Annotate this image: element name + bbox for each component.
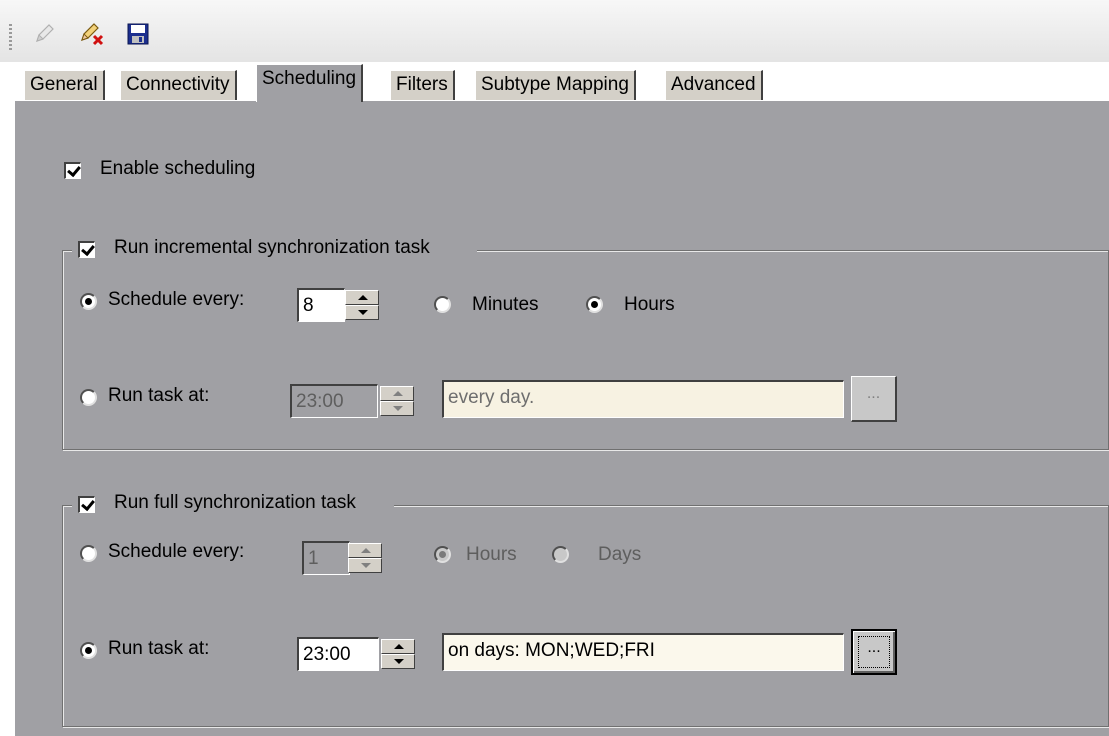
full-sync-group — [62, 505, 1109, 727]
tab-subtype-mapping[interactable]: Subtype Mapping — [475, 70, 636, 100]
spin-up-icon[interactable] — [381, 639, 415, 654]
full-interval-spinner[interactable] — [348, 543, 382, 573]
full-schedule-every-radio[interactable] — [80, 545, 97, 562]
incremental-time-input[interactable]: 23:00 — [290, 384, 378, 418]
save-disk-icon[interactable] — [124, 20, 152, 48]
full-time-input[interactable]: 23:00 — [297, 637, 379, 671]
full-sync-title: Run full synchronization task — [114, 492, 356, 513]
full-interval-input[interactable]: 1 — [302, 541, 350, 575]
incremental-time-spinner[interactable] — [380, 386, 414, 416]
full-days-label: Days — [598, 544, 642, 565]
incremental-interval-input[interactable]: 8 — [297, 288, 345, 322]
spin-up-icon[interactable] — [345, 290, 379, 305]
full-hours-radio[interactable] — [434, 546, 451, 563]
incremental-minutes-label: Minutes — [472, 294, 539, 315]
full-schedule-every-label: Schedule every: — [108, 541, 245, 562]
tab-advanced[interactable]: Advanced — [665, 70, 763, 100]
spin-down-icon[interactable] — [345, 305, 379, 320]
full-days-radio[interactable] — [552, 546, 569, 563]
incremental-sync-checkbox[interactable] — [78, 241, 95, 258]
spin-up-icon[interactable] — [380, 386, 414, 401]
full-run-task-at-label: Run task at: — [108, 638, 210, 659]
spin-down-icon[interactable] — [381, 654, 415, 669]
full-time-spinner[interactable] — [381, 639, 415, 669]
spin-down-icon[interactable] — [348, 558, 382, 573]
tab-filters[interactable]: Filters — [390, 70, 455, 100]
pencil-icon[interactable] — [30, 20, 58, 48]
incremental-schedule-every-label: Schedule every: — [108, 289, 245, 310]
incremental-run-task-at-radio[interactable] — [80, 389, 97, 406]
full-sync-checkbox[interactable] — [78, 496, 95, 513]
spin-up-icon[interactable] — [348, 543, 382, 558]
incremental-hours-radio[interactable] — [586, 296, 603, 313]
incremental-run-task-at-label: Run task at: — [108, 385, 210, 406]
incremental-browse-button[interactable]: ... — [851, 376, 897, 422]
toolbar — [0, 0, 1109, 62]
full-run-task-at-radio[interactable] — [80, 642, 97, 659]
incremental-minutes-radio[interactable] — [434, 296, 451, 313]
pencil-delete-icon[interactable] — [78, 20, 106, 48]
full-days-display: on days: MON;WED;FRI — [442, 633, 844, 671]
spin-down-icon[interactable] — [380, 401, 414, 416]
tab-scheduling[interactable]: Scheduling — [256, 64, 364, 102]
incremental-schedule-every-radio[interactable] — [80, 293, 97, 310]
full-browse-button[interactable]: ... — [851, 629, 897, 675]
incremental-hours-label: Hours — [624, 294, 675, 315]
incremental-interval-spinner[interactable] — [345, 290, 379, 320]
incremental-sync-group — [62, 250, 1109, 450]
incremental-sync-title: Run incremental synchronization task — [114, 237, 430, 258]
enable-scheduling-checkbox[interactable] — [64, 162, 81, 179]
full-hours-label: Hours — [466, 544, 517, 565]
tab-general[interactable]: General — [24, 70, 105, 100]
incremental-days-display: every day. — [442, 380, 844, 418]
toolbar-grip[interactable] — [9, 24, 12, 50]
tab-connectivity[interactable]: Connectivity — [120, 70, 237, 100]
enable-scheduling-label: Enable scheduling — [100, 158, 256, 179]
